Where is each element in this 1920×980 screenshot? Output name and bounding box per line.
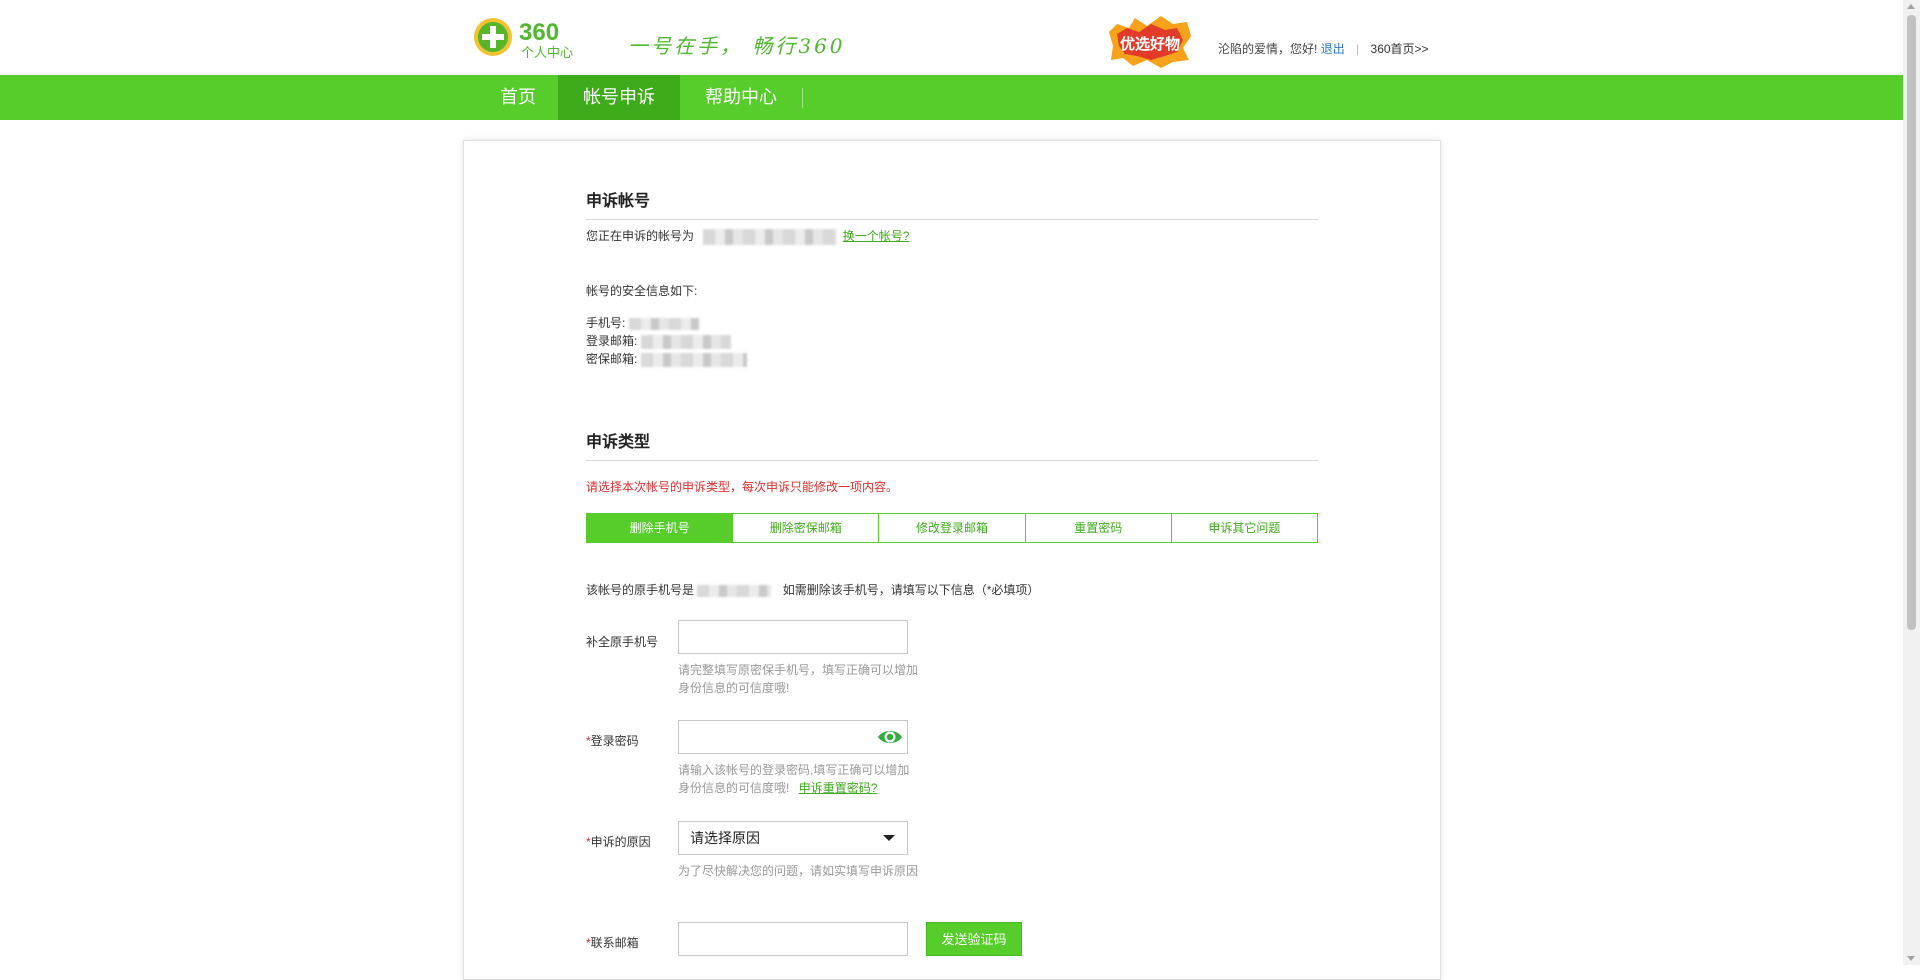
original-phone-suffix: 如需删除该手机号，请填写以下信息（*必填项） [782, 583, 1040, 597]
masked-secure-email [640, 352, 747, 367]
secure-email-label: 密保邮箱: [586, 352, 638, 366]
greeting-text: 沦陷的爱情，您好! [1218, 42, 1318, 56]
main-nav: 首页 帐号申诉 帮助中心 [0, 75, 1903, 120]
scrollbar-thumb[interactable] [1907, 15, 1916, 630]
tab-delete-phone[interactable]: 删除手机号 [587, 514, 734, 542]
svg-text:360: 360 [519, 19, 559, 46]
tab-reset-password[interactable]: 重置密码 [1025, 514, 1172, 542]
page-scrollbar[interactable] [1903, 0, 1920, 965]
tab-delete-secure-email[interactable]: 删除密保邮箱 [733, 514, 880, 542]
change-account-link[interactable]: 换一个帐号? [843, 229, 910, 243]
scroll-up-icon[interactable] [1907, 4, 1915, 9]
eye-icon[interactable] [877, 726, 903, 748]
nav-item-help-center[interactable]: 帮助中心 [680, 75, 802, 120]
password-input[interactable] [678, 720, 908, 754]
password-hint: 请输入该帐号的登录密码,填写正确可以增加身份信息的可信度哦! 申诉重置密码? [678, 761, 918, 797]
masked-login-email [640, 334, 731, 349]
appeal-reset-password-link[interactable]: 申诉重置密码? [799, 781, 878, 795]
nav-item-home[interactable]: 首页 [478, 75, 558, 120]
svg-text:个人中心: 个人中心 [521, 46, 573, 60]
masked-original-phone [697, 584, 772, 597]
scroll-down-icon[interactable] [1907, 956, 1915, 961]
email-field-label: 联系邮箱 [590, 936, 639, 950]
current-account-row: 您正在申诉的帐号为 换一个帐号? [586, 227, 909, 245]
secure-email-row: 密保邮箱: [586, 350, 747, 367]
appeal-card: 申诉帐号 您正在申诉的帐号为 换一个帐号? 帐号的安全信息如下: 手机号: 登录… [463, 140, 1441, 980]
masked-phone [628, 317, 699, 330]
contact-email-input[interactable] [678, 922, 908, 956]
password-field-label: 登录密码 [590, 734, 639, 748]
security-intro: 帐号的安全信息如下: [586, 284, 698, 298]
masked-account [703, 228, 838, 245]
reason-hint: 为了尽快解决您的问题，请如实填写申诉原因 [678, 864, 919, 878]
complete-phone-input[interactable] [678, 620, 908, 654]
phone-info-label: 手机号: [586, 316, 626, 330]
original-phone-prefix: 该帐号的原手机号是 [586, 583, 695, 597]
svg-text:优选好物: 优选好物 [1120, 35, 1180, 53]
header-slogan: 一号在手， 畅行360 [628, 34, 846, 58]
password-field-label-row: *登录密码 [586, 732, 639, 749]
360-home-link[interactable]: 360首页>> [1371, 42, 1429, 56]
phone-info-row: 手机号: [586, 314, 699, 331]
section-title-account: 申诉帐号 [586, 187, 1318, 220]
reason-field-label-row: *申诉的原因 [586, 833, 651, 850]
reason-field-label: 申诉的原因 [590, 835, 651, 849]
reason-select[interactable]: 请选择原因 [678, 821, 908, 855]
login-email-label: 登录邮箱: [586, 334, 638, 348]
360-logo[interactable]: 360 个人中心 [473, 15, 598, 60]
login-email-row: 登录邮箱: [586, 332, 731, 349]
user-area: 沦陷的爱情，您好! 退出 | 360首页>> [1218, 40, 1429, 57]
phone-field-label: 补全原手机号 [586, 635, 659, 649]
original-phone-row: 该帐号的原手机号是 如需删除该手机号，请填写以下信息（*必填项） [586, 581, 1039, 598]
chevron-down-icon [883, 835, 895, 841]
reason-selected-value: 请选择原因 [690, 830, 760, 846]
tab-other-issues[interactable]: 申诉其它问题 [1171, 514, 1318, 542]
email-field-label-row: *联系邮箱 [586, 934, 639, 951]
appeal-type-tabs: 删除手机号 删除密保邮箱 修改登录邮箱 重置密码 申诉其它问题 [586, 513, 1318, 543]
send-code-button[interactable]: 发送验证码 [926, 922, 1022, 956]
nav-item-account-appeal[interactable]: 帐号申诉 [558, 75, 680, 120]
type-notice: 请选择本次帐号的申诉类型，每次申诉只能修改一项内容。 [586, 480, 899, 494]
logout-link[interactable]: 退出 [1321, 42, 1345, 56]
tab-modify-login-email[interactable]: 修改登录邮箱 [879, 514, 1026, 542]
current-account-label: 您正在申诉的帐号为 [586, 229, 695, 243]
nav-divider [802, 88, 803, 108]
promo-banner[interactable]: 优选好物 [1103, 14, 1198, 68]
section-title-type: 申诉类型 [586, 428, 1318, 461]
separator: | [1356, 42, 1360, 56]
phone-hint: 请完整填写原密保手机号，填写正确可以增加身份信息的可信度哦! [678, 663, 919, 695]
page-header: 360 个人中心 一号在手， 畅行360 优选好物 沦陷的爱情，您好! 退出 |… [0, 0, 1903, 75]
